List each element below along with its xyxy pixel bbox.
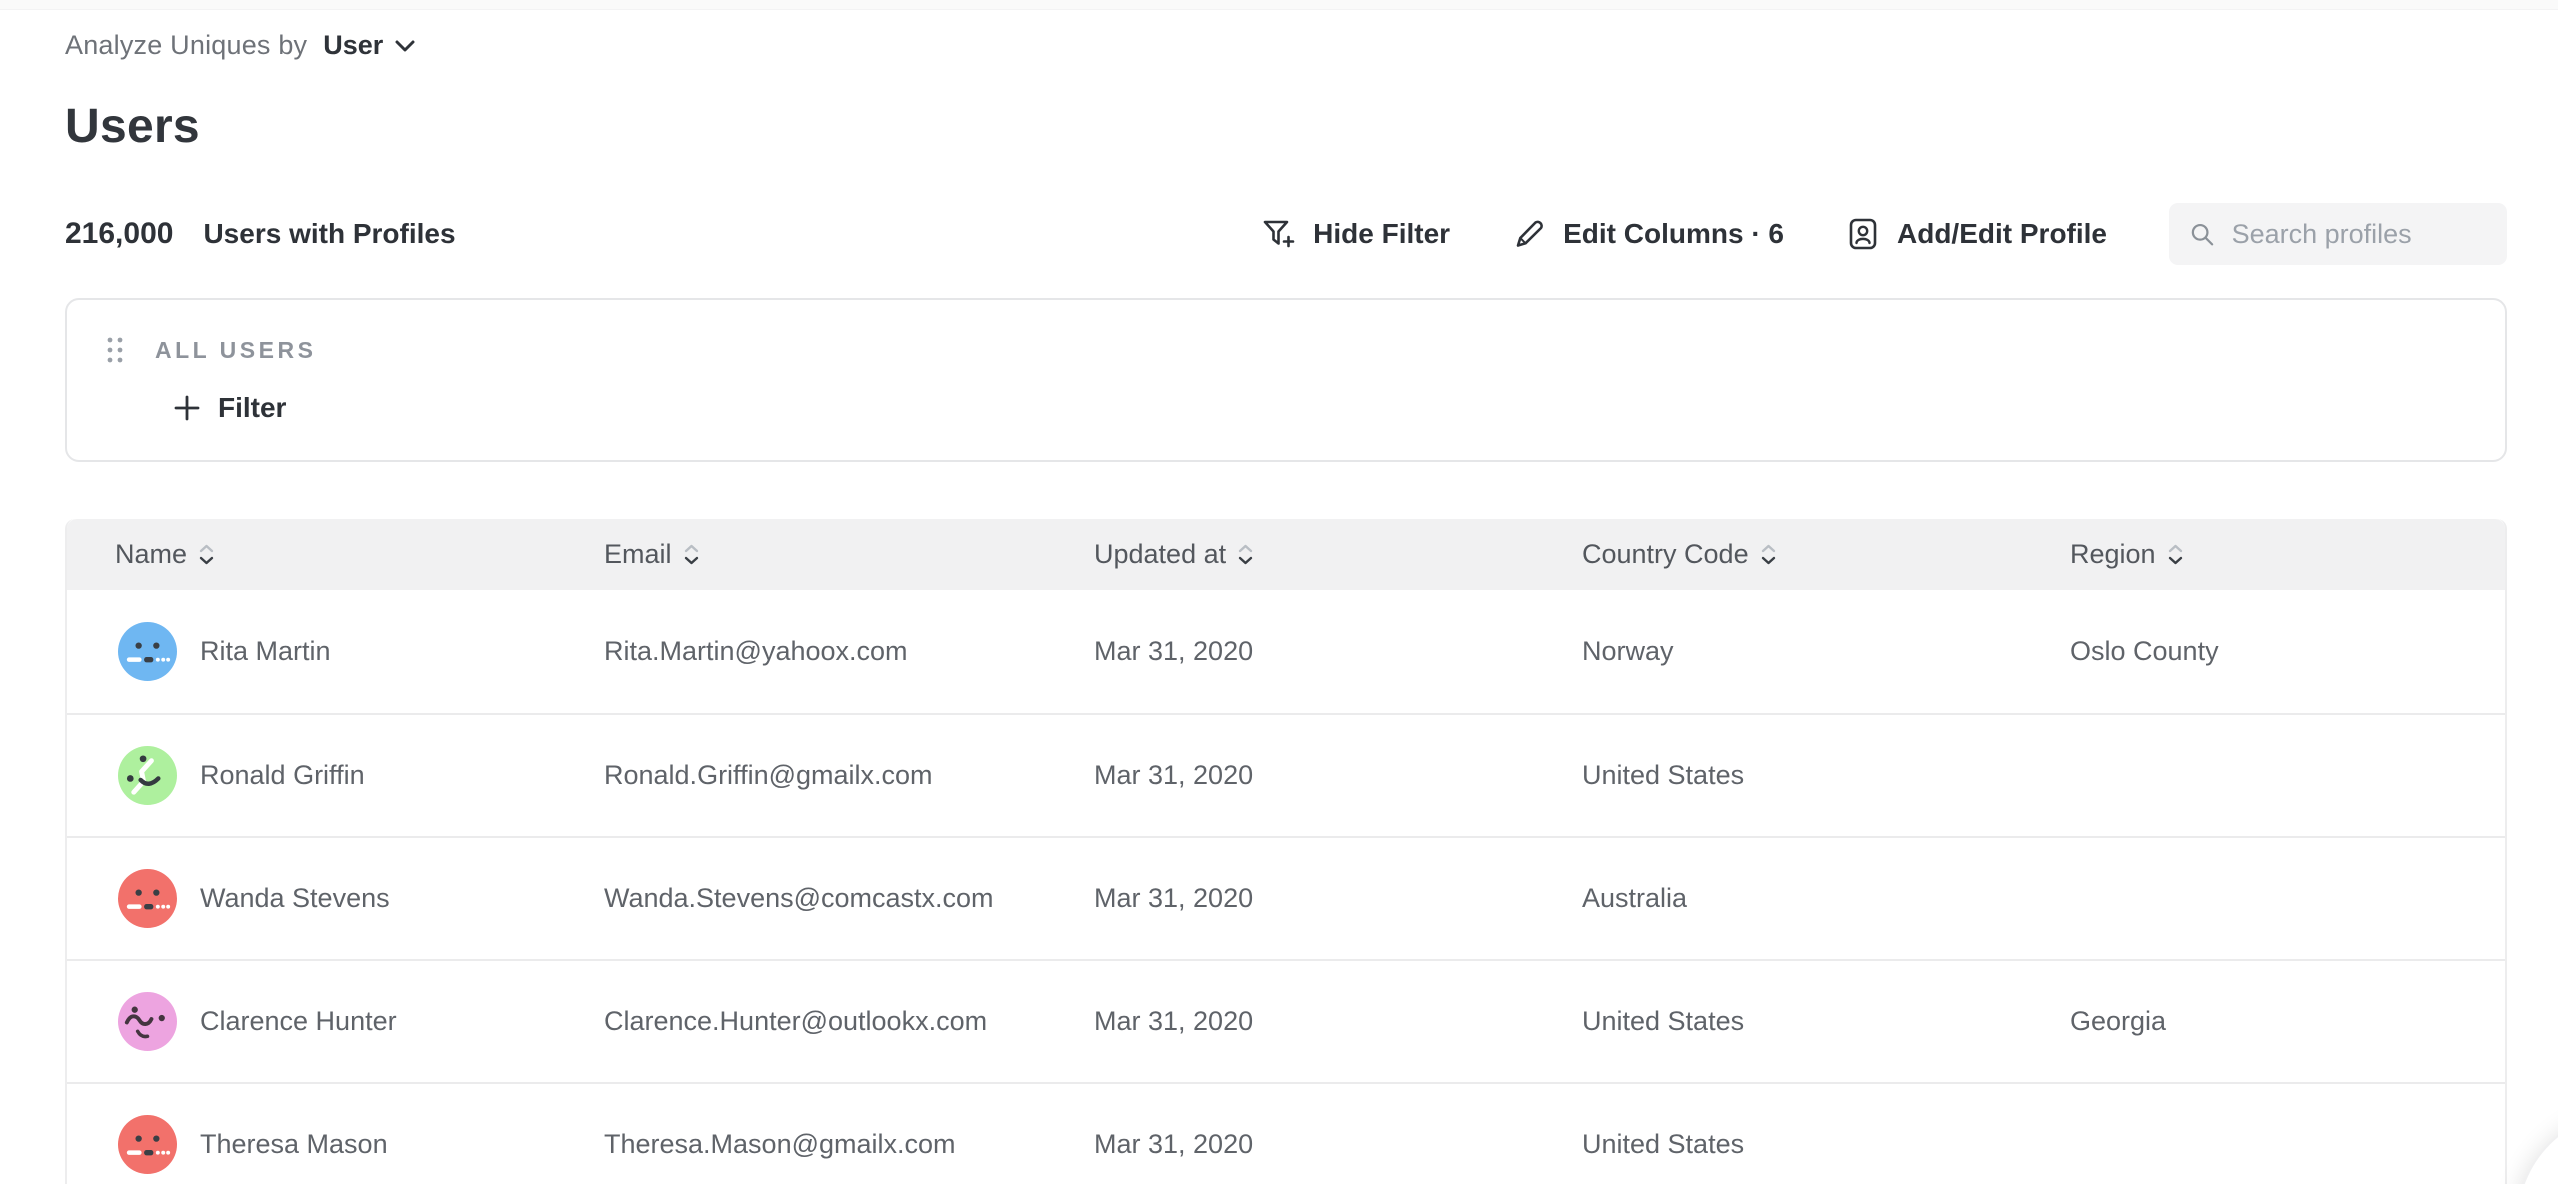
analyze-by-value: User xyxy=(323,30,383,61)
sort-icon xyxy=(1238,544,1253,565)
cell-updated-at: Mar 31, 2020 xyxy=(1046,636,1534,667)
add-filter-button[interactable]: Filter xyxy=(173,392,286,424)
toolbar: Hide Filter Edit Columns · 6 Add/Edit Pr… xyxy=(1260,203,2507,265)
avatar xyxy=(118,869,177,928)
stats-toolbar-row: 216,000 Users with Profiles Hide Filter … xyxy=(65,202,2507,266)
cell-region: Oslo County xyxy=(2022,636,2505,667)
table-row[interactable]: Clarence Hunter Clarence.Hunter@outlookx… xyxy=(67,959,2505,1082)
user-name: Ronald Griffin xyxy=(200,760,365,791)
cell-updated-at: Mar 31, 2020 xyxy=(1046,1006,1534,1037)
hide-filter-button[interactable]: Hide Filter xyxy=(1260,217,1450,251)
sort-icon xyxy=(1761,544,1776,565)
user-name: Theresa Mason xyxy=(200,1129,388,1160)
cell-country-code: United States xyxy=(1534,1006,2022,1037)
hide-filter-label: Hide Filter xyxy=(1313,218,1450,250)
column-header[interactable]: Country Code xyxy=(1534,539,2022,570)
cell-country-code: United States xyxy=(1534,1129,2022,1160)
cell-name: Wanda Stevens xyxy=(67,869,556,928)
analyze-uniques-label: Analyze Uniques by xyxy=(65,30,307,61)
search-profiles-box[interactable] xyxy=(2169,203,2507,265)
cell-name: Ronald Griffin xyxy=(67,746,556,805)
page-title: Users xyxy=(65,99,2507,154)
analyze-by-dropdown[interactable]: User xyxy=(323,30,415,61)
edit-columns-label: Edit Columns · 6 xyxy=(1563,218,1784,250)
filter-card: ALL USERS Filter xyxy=(65,298,2507,462)
sort-icon xyxy=(684,544,699,565)
cell-updated-at: Mar 31, 2020 xyxy=(1046,760,1534,791)
avatar xyxy=(118,622,177,681)
sort-icon xyxy=(2168,544,2183,565)
search-profiles-input[interactable] xyxy=(2232,219,2487,250)
filter-group-label: ALL USERS xyxy=(155,337,316,364)
sort-icon xyxy=(199,544,214,565)
edit-columns-button[interactable]: Edit Columns · 6 xyxy=(1512,217,1784,251)
cell-updated-at: Mar 31, 2020 xyxy=(1046,883,1534,914)
table-row[interactable]: Ronald Griffin Ronald.Griffin@gmailx.com… xyxy=(67,713,2505,836)
profile-count-label: Users with Profiles xyxy=(203,218,455,250)
cell-name: Rita Martin xyxy=(67,622,556,681)
table-row[interactable]: Theresa Mason Theresa.Mason@gmailx.com M… xyxy=(67,1082,2505,1184)
column-header-label: Region xyxy=(2070,539,2156,570)
cell-region: Georgia xyxy=(2022,1006,2505,1037)
cell-country-code: United States xyxy=(1534,760,2022,791)
cell-country-code: Norway xyxy=(1534,636,2022,667)
user-name: Clarence Hunter xyxy=(200,1006,397,1037)
top-edge-bar xyxy=(0,0,2558,10)
avatar xyxy=(118,1115,177,1174)
avatar xyxy=(118,746,177,805)
avatar-face-neutral xyxy=(118,869,177,928)
cell-email: Clarence.Hunter@outlookx.com xyxy=(556,1006,1046,1037)
avatar-face-squiggle xyxy=(118,992,177,1051)
cell-name: Theresa Mason xyxy=(67,1115,556,1174)
profile-count: 216,000 Users with Profiles xyxy=(65,217,456,251)
table-row[interactable]: Wanda Stevens Wanda.Stevens@comcastx.com… xyxy=(67,836,2505,959)
cell-email: Rita.Martin@yahoox.com xyxy=(556,636,1046,667)
add-filter-label: Filter xyxy=(218,392,286,424)
drag-handle-icon[interactable] xyxy=(105,333,127,367)
avatar-face-smile xyxy=(118,746,177,805)
users-table: Name Email Updated at Country Code Regio… xyxy=(65,519,2507,1184)
add-edit-profile-label: Add/Edit Profile xyxy=(1897,218,2107,250)
plus-icon xyxy=(173,394,201,422)
avatar-face-neutral xyxy=(118,622,177,681)
chevron-down-icon xyxy=(395,40,415,52)
profile-card-icon xyxy=(1846,216,1880,252)
cell-country-code: Australia xyxy=(1534,883,2022,914)
search-icon xyxy=(2189,219,2216,250)
profile-count-value: 216,000 xyxy=(65,217,173,251)
column-header-label: Name xyxy=(115,539,187,570)
avatar-face-neutral xyxy=(118,1115,177,1174)
column-header-label: Country Code xyxy=(1582,539,1749,570)
column-header[interactable]: Updated at xyxy=(1046,539,1534,570)
column-header[interactable]: Email xyxy=(556,539,1046,570)
user-name: Wanda Stevens xyxy=(200,883,390,914)
cell-email: Ronald.Griffin@gmailx.com xyxy=(556,760,1046,791)
users-page: Analyze Uniques by User Users 216,000 Us… xyxy=(0,30,2558,1184)
cell-email: Theresa.Mason@gmailx.com xyxy=(556,1129,1046,1160)
column-header[interactable]: Name xyxy=(67,539,556,570)
pencil-icon xyxy=(1512,217,1546,251)
cell-name: Clarence Hunter xyxy=(67,992,556,1051)
column-header-label: Email xyxy=(604,539,672,570)
add-edit-profile-button[interactable]: Add/Edit Profile xyxy=(1846,216,2107,252)
user-name: Rita Martin xyxy=(200,636,331,667)
filter-group-header: ALL USERS xyxy=(105,330,2467,370)
column-header-label: Updated at xyxy=(1094,539,1226,570)
cell-email: Wanda.Stevens@comcastx.com xyxy=(556,883,1046,914)
table-row[interactable]: Rita Martin Rita.Martin@yahoox.com Mar 3… xyxy=(67,590,2505,713)
table-body: Rita Martin Rita.Martin@yahoox.com Mar 3… xyxy=(67,590,2505,1184)
filter-funnel-icon xyxy=(1260,217,1296,251)
analyze-uniques-row: Analyze Uniques by User xyxy=(65,30,2507,61)
avatar xyxy=(118,992,177,1051)
column-header[interactable]: Region xyxy=(2022,539,2505,570)
table-header: Name Email Updated at Country Code Regio… xyxy=(67,519,2505,590)
cell-updated-at: Mar 31, 2020 xyxy=(1046,1129,1534,1160)
